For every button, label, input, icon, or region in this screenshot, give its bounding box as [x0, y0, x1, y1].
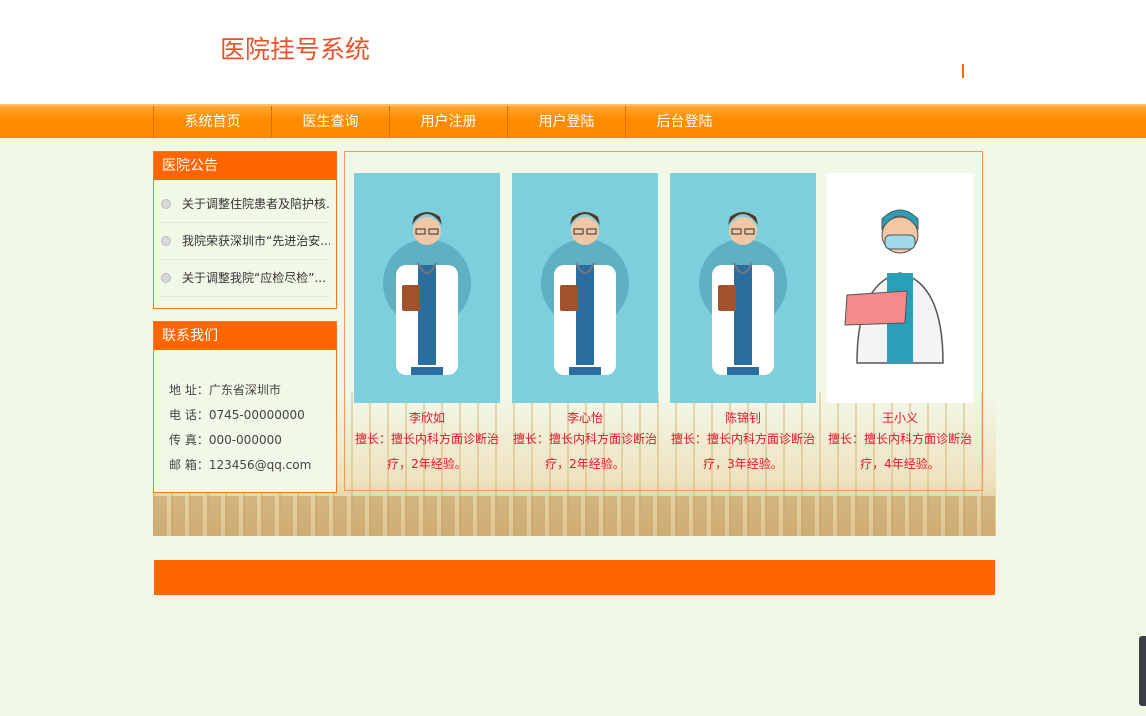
doctor-desc: 擅长：擅长内科方面诊断治疗，2年经验。 [512, 432, 657, 471]
contact-address: 地 址：广东省深圳市 [169, 383, 281, 397]
contact-panel: 联系我们 地 址：广东省深圳市 电 话：0745-00000000 传 真：00… [153, 321, 337, 493]
doctor-desc: 擅长：擅长内科方面诊断治疗，4年经验。 [827, 432, 972, 471]
bullet-icon [161, 273, 171, 283]
notice-panel: 医院公告 关于调整住院患者及陪护核... 我院荣获深圳市“先进治安... 关于调… [153, 151, 337, 309]
notice-item[interactable]: 我院荣获深圳市“先进治安... [160, 223, 330, 260]
notice-item[interactable]: 关于调整我院“应检尽检”... [160, 260, 330, 297]
doctor-name[interactable]: 李欣如 [354, 409, 500, 427]
nav-user-login[interactable]: 用户登陆 [507, 106, 625, 138]
doctor-name[interactable]: 陈锦钊 [670, 409, 816, 427]
doctor-desc: 擅长：擅长内科方面诊断治疗，2年经验。 [354, 432, 499, 471]
doctor-name[interactable]: 王小义 [827, 409, 973, 427]
doctor-desc: 擅长：擅长内科方面诊断治疗，3年经验。 [670, 432, 815, 471]
footer-bar [154, 560, 995, 595]
navbar: 系统首页 医生查询 用户注册 用户登陆 后台登陆 [0, 104, 1146, 138]
doctor-card[interactable]: 陈锦钊 擅长：擅长内科方面诊断治疗，3年经验。 [670, 173, 816, 477]
doctor-cartoon-icon[interactable] [354, 173, 500, 403]
notice-list: 关于调整住院患者及陪护核... 我院荣获深圳市“先进治安... 关于调整我院“应… [154, 180, 336, 297]
doctor-masked-icon[interactable] [827, 173, 973, 403]
contact-phone: 电 话：0745-00000000 [169, 408, 305, 422]
doctor-cartoon-icon[interactable] [670, 173, 816, 403]
bullet-icon [161, 199, 171, 209]
notice-item[interactable]: 关于调整住院患者及陪护核... [160, 186, 330, 223]
side-widget[interactable] [1139, 636, 1146, 706]
doctor-cartoon-icon[interactable] [512, 173, 658, 403]
doctor-card[interactable]: 王小义 擅长：擅长内科方面诊断治疗，4年经验。 [827, 173, 973, 477]
nav-user-register[interactable]: 用户注册 [389, 106, 507, 138]
notice-item-text[interactable]: 我院荣获深圳市“先进治安... [182, 223, 330, 259]
doctor-card[interactable]: 李欣如 擅长：擅长内科方面诊断治疗，2年经验。 [354, 173, 500, 477]
contact-email: 邮 箱：123456@qq.com [169, 458, 312, 472]
notice-item-text[interactable]: 关于调整住院患者及陪护核... [182, 186, 330, 222]
contact-panel-title: 联系我们 [154, 322, 336, 350]
header: 医院挂号系统 [0, 0, 1146, 104]
site-title: 医院挂号系统 [220, 35, 371, 64]
nav-admin-login[interactable]: 后台登陆 [625, 106, 743, 138]
nav-home[interactable]: 系统首页 [153, 106, 271, 138]
nav-doctor-search[interactable]: 医生查询 [271, 106, 389, 138]
doctor-card[interactable]: 李心怡 擅长：擅长内科方面诊断治疗，2年经验。 [512, 173, 658, 477]
notice-item-text[interactable]: 关于调整我院“应检尽检”... [182, 260, 326, 296]
doctor-name[interactable]: 李心怡 [512, 409, 658, 427]
notice-panel-title: 医院公告 [154, 152, 336, 180]
contact-body: 地 址：广东省深圳市 电 话：0745-00000000 传 真：000-000… [154, 350, 336, 478]
doctor-showcase: 李欣如 擅长：擅长内科方面诊断治疗，2年经验。 李心怡 擅长：擅长内科方面诊断治… [344, 151, 983, 491]
contact-fax: 传 真：000-000000 [169, 433, 282, 447]
header-divider [962, 64, 964, 78]
bullet-icon [161, 236, 171, 246]
